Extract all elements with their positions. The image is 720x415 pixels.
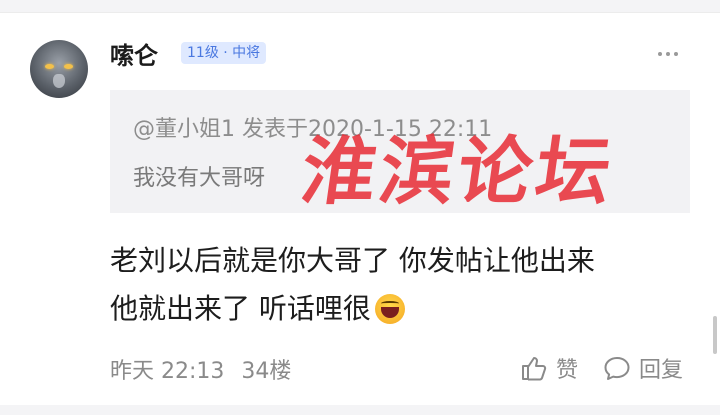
post-time: 昨天 22:13 [110, 359, 225, 384]
more-dot [674, 52, 678, 56]
post-body: 老刘以后就是你大哥了 你发帖让他出来 他就出来了 听话哩很 [110, 237, 700, 333]
avatar-eye-right [64, 64, 73, 69]
avatar[interactable] [30, 40, 88, 98]
quote-text: 我没有大哥呀 [133, 166, 266, 191]
bottom-divider [0, 405, 720, 415]
reply-button[interactable]: 回复 [603, 352, 683, 384]
like-button[interactable]: 赞 [520, 352, 578, 384]
scrollbar[interactable] [713, 316, 717, 354]
post-body-line: 他就出来了 听话哩很 [110, 292, 371, 325]
forum-watermark: 淮滨论坛 [296, 129, 621, 215]
level-badge: 11级 · 中将 [181, 42, 267, 64]
more-icon[interactable] [658, 52, 678, 56]
like-label: 赞 [556, 358, 579, 383]
post-footer: 昨天 22:13 34楼 [110, 353, 291, 385]
post-body-line: 老刘以后就是你大哥了 你发帖让他出来 [110, 244, 595, 277]
comment-icon [603, 354, 631, 382]
avatar-snout [53, 74, 65, 88]
more-dot [658, 52, 662, 56]
more-dot [666, 52, 670, 56]
grin-emoji-icon [374, 294, 405, 324]
avatar-eye-left [45, 64, 54, 69]
post-body-line-2: 他就出来了 听话哩很 [110, 285, 700, 333]
post-floor: 34楼 [241, 359, 292, 384]
username[interactable]: 嗦仑 [110, 36, 158, 71]
thumbs-up-icon [520, 354, 548, 382]
reply-label: 回复 [639, 358, 684, 383]
top-divider [0, 0, 720, 13]
